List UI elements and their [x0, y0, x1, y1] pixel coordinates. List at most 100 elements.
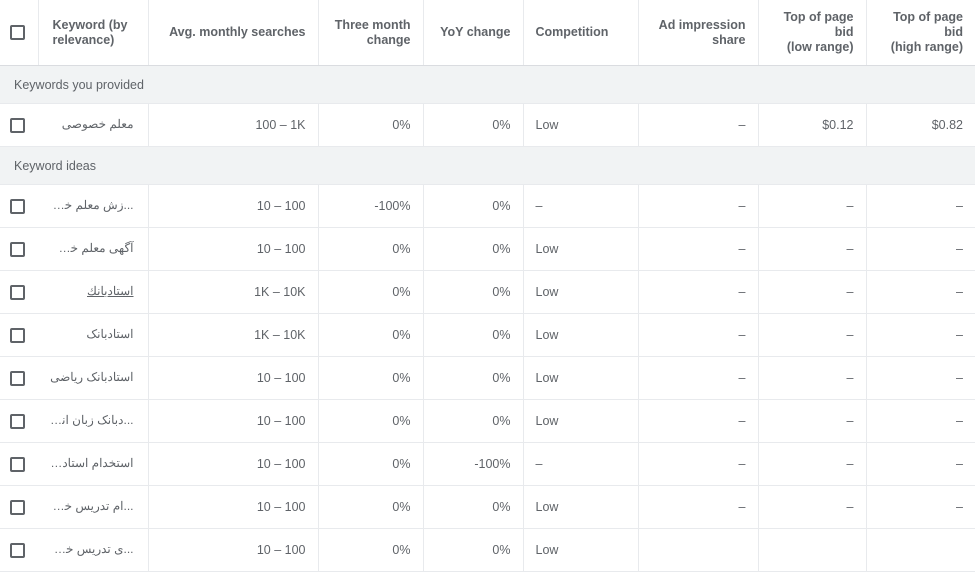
column-header-bid-high-line2: (high range) [890, 40, 963, 54]
keyword-text: معلم خصوصی [61, 116, 134, 131]
row-checkbox[interactable] [10, 117, 25, 133]
cell-bid-high: – [866, 313, 975, 357]
row-checkbox[interactable] [10, 456, 25, 472]
column-header-ad-impression-share[interactable]: Ad impression share [638, 0, 759, 66]
table-row[interactable]: استادبانک ریاضی 10 – 100 0% 0% Low – – – [0, 356, 975, 400]
table-row[interactable]: ...ی تدریس خصوصی10 – 1000%0%Low [0, 528, 975, 572]
cell-ad-impression-share: – [638, 313, 759, 357]
cell-bid-high: – [866, 356, 975, 400]
cell-avg-monthly-searches: 10 – 100 [148, 399, 319, 443]
row-checkbox[interactable] [10, 499, 25, 515]
table-row[interactable]: ...زش معلم خصوصی10 – 100-100%0%–––– [0, 184, 975, 228]
cell-keyword[interactable]: ...ام تدریس خصوصی [38, 485, 149, 529]
cell-keyword[interactable]: آگهی معلم خصوصی [38, 227, 149, 271]
cell-keyword[interactable]: معلم خصوصی [38, 103, 149, 147]
cell-avg-monthly-searches: 1K – 10K [148, 270, 319, 314]
cell-yoy-change: 0% [423, 103, 524, 147]
cell-avg-monthly-searches: 10 – 100 [148, 528, 319, 572]
column-header-avg-monthly-searches[interactable]: Avg. monthly searches [148, 0, 319, 66]
cell-three-month-change: 0% [318, 356, 424, 400]
column-header-three-month-line1: Three month [334, 17, 411, 32]
cell-yoy-change: 0% [423, 270, 524, 314]
column-header-competition[interactable]: Competition [523, 0, 639, 66]
keyword-text: استخدام استادبانک [50, 455, 134, 470]
row-checkbox[interactable] [10, 542, 25, 558]
cell-bid-low: – [758, 227, 867, 271]
column-header-avg-label: Avg. monthly searches [169, 25, 306, 39]
cell-keyword[interactable]: استادبانک ریاضی [38, 356, 149, 400]
cell-keyword[interactable]: استادبانک [38, 313, 149, 357]
cell-yoy-change: 0% [423, 313, 524, 357]
row-checkbox[interactable] [10, 241, 25, 257]
cell-competition: – [523, 442, 639, 486]
keyword-text: استادبانک [86, 326, 134, 341]
select-all-checkbox[interactable] [10, 25, 25, 41]
cell-keyword[interactable]: ...زش معلم خصوصی [38, 184, 149, 228]
cell-bid-high: – [866, 270, 975, 314]
column-header-ad-share-line2: share [712, 32, 746, 47]
cell-keyword[interactable]: استادبانك [38, 270, 149, 314]
cell-ad-impression-share: – [638, 227, 759, 271]
keyword-text: ...ی تدریس خصوصی [50, 541, 134, 556]
cell-yoy-change: 0% [423, 356, 524, 400]
cell-competition: Low [523, 103, 639, 147]
row-select-cell [0, 442, 38, 486]
cell-yoy-change: 0% [423, 184, 524, 228]
keyword-text: استادبانک ریاضی [50, 369, 134, 384]
column-header-yoy-change[interactable]: YoY change [423, 0, 524, 66]
row-checkbox[interactable] [10, 327, 25, 343]
row-checkbox[interactable] [10, 284, 25, 300]
cell-bid-high [866, 528, 975, 572]
cell-competition: Low [523, 356, 639, 400]
row-checkbox[interactable] [10, 370, 25, 386]
cell-three-month-change: 0% [318, 270, 424, 314]
keyword-planner-table: Keyword (by relevance) Avg. monthly sear… [0, 0, 975, 572]
table-row[interactable]: استادبانک 1K – 10K 0% 0% Low – – – [0, 313, 975, 357]
cell-keyword[interactable]: ...دبانک زبان انگلیسی [38, 399, 149, 443]
cell-yoy-change: -100% [423, 442, 524, 486]
row-select-cell [0, 103, 38, 147]
select-all-header [0, 0, 39, 66]
cell-bid-high: $0.82 [866, 103, 975, 147]
cell-competition: – [523, 184, 639, 228]
cell-bid-low: – [758, 313, 867, 357]
cell-three-month-change: 0% [318, 399, 424, 443]
row-checkbox[interactable] [10, 198, 25, 214]
table-body: Keywords you provided معلم خصوصی 100 – 1K 0… [0, 65, 975, 572]
column-header-bid-high[interactable]: Top of page bid (high range) [866, 0, 975, 66]
cell-ad-impression-share: – [638, 399, 759, 443]
row-checkbox[interactable] [10, 413, 25, 429]
header-row: Keyword (by relevance) Avg. monthly sear… [0, 0, 975, 66]
row-select-cell [0, 356, 38, 400]
cell-ad-impression-share: – [638, 184, 759, 228]
column-header-yoy-label: YoY change [440, 25, 511, 39]
cell-avg-monthly-searches: 10 – 100 [148, 227, 319, 271]
row-select-cell [0, 528, 38, 572]
row-select-cell [0, 399, 38, 443]
table-row[interactable]: ...ام تدریس خصوصی10 – 1000%0%Low––– [0, 485, 975, 529]
keyword-text: استادبانك [87, 283, 134, 298]
cell-competition: Low [523, 227, 639, 271]
cell-keyword[interactable]: استخدام استادبانک [38, 442, 149, 486]
group-header-row: Keywords you provided [0, 65, 975, 104]
cell-bid-high: – [866, 442, 975, 486]
table-row[interactable]: آگهی معلم خصوصی10 – 1000%0%Low––– [0, 227, 975, 271]
column-header-competition-label: Competition [535, 25, 609, 39]
table-row[interactable]: معلم خصوصی 100 – 1K 0% 0% Low – $0.12 $0.82 [0, 103, 975, 147]
row-select-cell [0, 184, 38, 228]
cell-bid-high: – [866, 184, 975, 228]
table-row[interactable]: استادبانك 1K – 10K 0% 0% Low – – – [0, 270, 975, 314]
column-header-keyword-line2: relevance) [52, 32, 115, 47]
column-header-bid-low[interactable]: Top of page bid (low range) [758, 0, 867, 66]
column-header-keyword[interactable]: Keyword (by relevance) [38, 0, 149, 66]
cell-bid-low: – [758, 442, 867, 486]
table-row[interactable]: ...دبانک زبان انگلیسی10 – 1000%0%Low––– [0, 399, 975, 443]
cell-avg-monthly-searches: 10 – 100 [148, 184, 319, 228]
cell-keyword[interactable]: ...ی تدریس خصوصی [38, 528, 149, 572]
cell-three-month-change: 0% [318, 227, 424, 271]
table-row[interactable]: استخدام استادبانک 10 – 100 0% -100% – – – – [0, 442, 975, 486]
cell-three-month-change: 0% [318, 442, 424, 486]
column-header-three-month-change[interactable]: Three month change [318, 0, 424, 66]
column-header-bid-low-line1: Top of page bid [783, 10, 854, 39]
cell-avg-monthly-searches: 100 – 1K [148, 103, 319, 147]
